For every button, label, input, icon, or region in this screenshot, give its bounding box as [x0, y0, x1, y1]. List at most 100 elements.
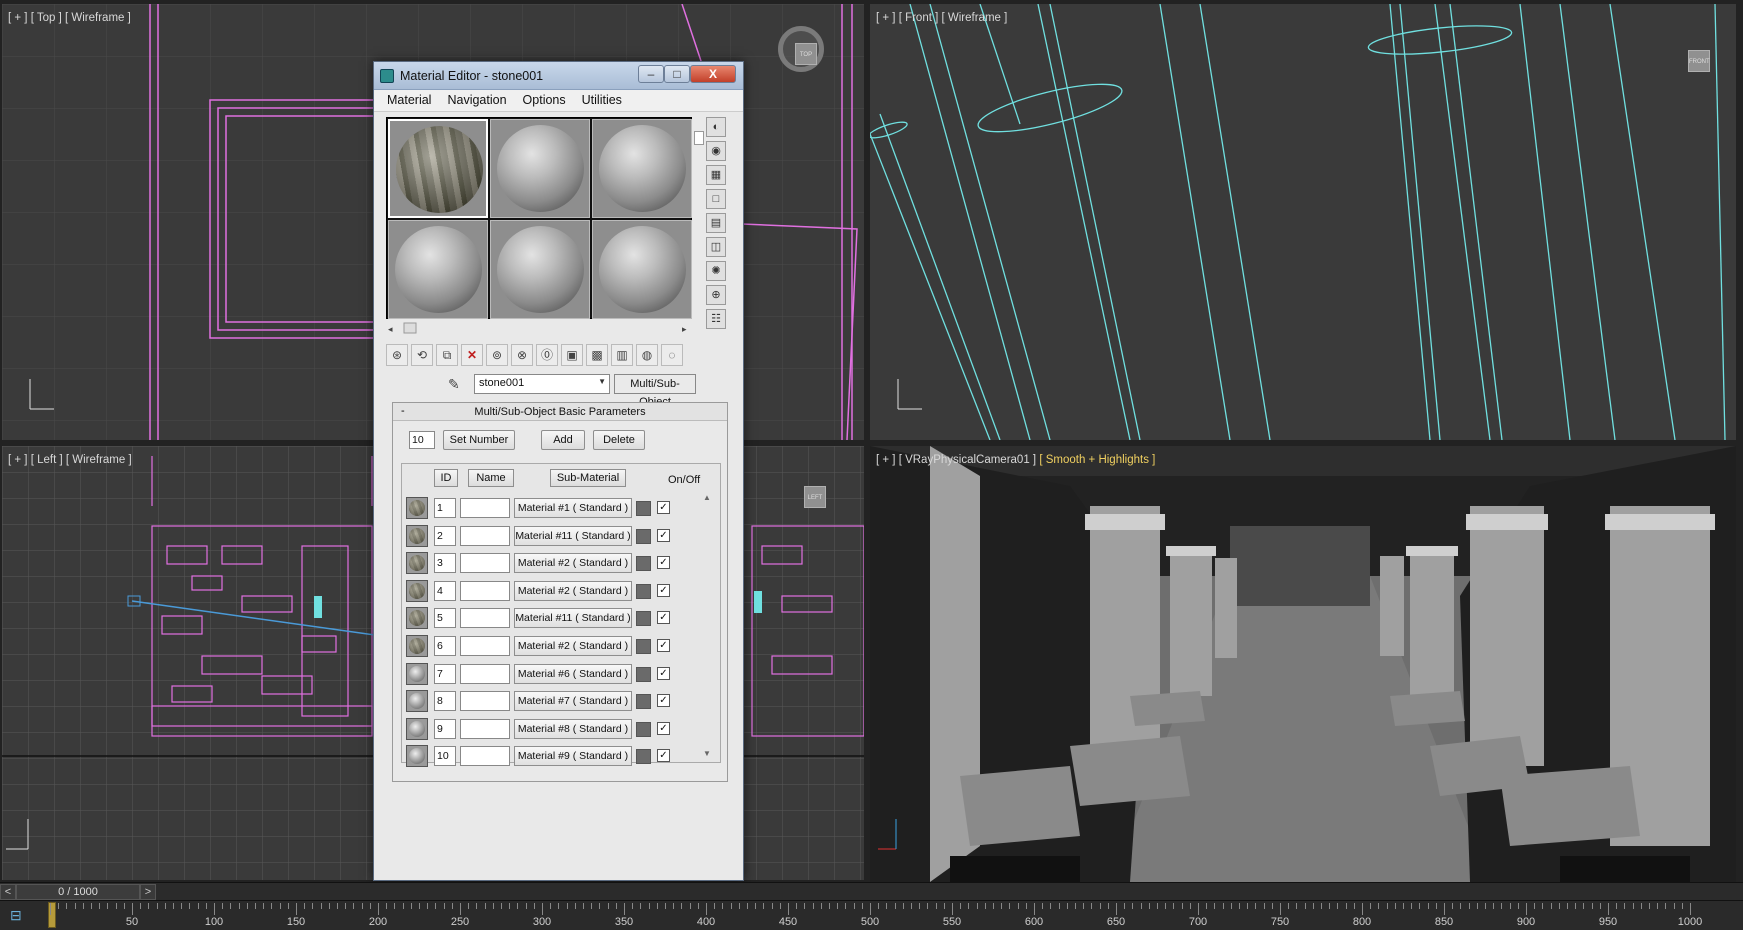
material-editor-titlebar[interactable]: Material Editor - stone001 – □ X [374, 62, 743, 90]
sub-material-id-field[interactable]: 2 [434, 525, 456, 546]
viewcube-top[interactable]: TOP [778, 26, 824, 72]
sub-material-name-field[interactable] [460, 498, 510, 518]
sub-material-button[interactable]: Material #2 ( Standard ) [514, 553, 632, 574]
viewport-front[interactable]: [ + ] [ Front ] [ Wireframe ] FRONT [870, 4, 1736, 440]
uv-tiling-icon[interactable]: □ [706, 189, 726, 209]
pick-material-icon[interactable]: ◌ [661, 344, 683, 366]
close-button[interactable]: X [690, 65, 736, 83]
sub-material-thumbnail[interactable] [406, 607, 428, 630]
add-button[interactable]: Add [541, 430, 585, 450]
on-off-checkbox[interactable]: ✓ [657, 528, 670, 542]
sample-type-icon[interactable]: ◐ [706, 117, 726, 137]
column-submaterial-header[interactable]: Sub-Material [550, 469, 626, 487]
sub-material-thumbnail[interactable] [406, 635, 428, 657]
get-material-icon[interactable]: ⊛ [386, 344, 408, 366]
scroll-thumb[interactable] [694, 131, 704, 145]
sub-material-thumbnail[interactable] [406, 579, 428, 602]
go-forward-sibling-icon[interactable]: ◍ [636, 344, 658, 366]
color-swatch[interactable] [636, 721, 651, 737]
slots-vertical-scrollbar[interactable] [694, 117, 704, 319]
sub-material-name-field[interactable] [460, 608, 510, 629]
viewport-top-label[interactable]: [ + ] [ Top ] [ Wireframe ] [8, 12, 131, 24]
sub-material-thumbnail[interactable] [406, 690, 428, 713]
color-swatch[interactable] [636, 749, 651, 765]
sub-material-id-field[interactable]: 10 [434, 746, 456, 767]
select-by-material-icon[interactable]: ⊕ [706, 285, 726, 305]
color-swatch[interactable] [636, 501, 651, 516]
sub-material-button[interactable]: Material #9 ( Standard ) [514, 746, 632, 767]
sub-material-name-field[interactable] [460, 580, 510, 601]
sub-material-name-field[interactable] [460, 525, 510, 546]
maximize-button[interactable]: □ [664, 65, 690, 83]
on-off-checkbox[interactable]: ✓ [657, 721, 670, 735]
next-frame-button[interactable]: > [140, 884, 156, 900]
sub-material-name-field[interactable] [460, 553, 510, 574]
sample-slot-1[interactable] [388, 119, 488, 218]
set-number-field[interactable]: 10 [409, 431, 435, 449]
delete-button[interactable]: Delete [593, 430, 645, 450]
viewport-front-label[interactable]: [ + ] [ Front ] [ Wireframe ] [876, 12, 1007, 24]
go-to-parent-icon[interactable]: ▥ [611, 344, 633, 366]
sub-material-thumbnail[interactable] [406, 662, 428, 685]
on-off-checkbox[interactable]: ✓ [657, 583, 670, 597]
sub-material-button[interactable]: Material #11 ( Standard ) [514, 525, 632, 546]
sample-slot-3[interactable] [592, 119, 692, 218]
column-name-header[interactable]: Name [468, 469, 514, 487]
minimize-button[interactable]: – [638, 65, 664, 83]
column-id-header[interactable]: ID [434, 469, 458, 487]
sample-slot-2[interactable] [490, 119, 590, 218]
viewport-left-label[interactable]: [ + ] [ Left ] [ Wireframe ] [8, 454, 132, 466]
sub-material-button[interactable]: Material #11 ( Standard ) [514, 608, 632, 629]
color-swatch[interactable] [636, 583, 651, 599]
put-to-scene-icon[interactable]: ⟲ [411, 344, 433, 366]
prev-frame-button[interactable]: < [0, 884, 16, 900]
color-swatch[interactable] [636, 694, 651, 710]
on-off-checkbox[interactable]: ✓ [657, 749, 670, 763]
reset-map-icon[interactable]: ✕ [461, 344, 483, 366]
menu-utilities[interactable]: Utilities [574, 90, 630, 111]
make-unique-icon[interactable]: ⊚ [486, 344, 508, 366]
sub-material-name-field[interactable] [460, 691, 510, 712]
track-bar[interactable]: ⊟ 50 100 150 200 250 300 350 400 450 500 550 600 650… [0, 900, 1743, 930]
sub-material-thumbnail[interactable] [406, 717, 428, 740]
sub-material-name-field[interactable] [460, 663, 510, 684]
sample-slot-4[interactable] [388, 220, 488, 319]
color-swatch[interactable] [636, 611, 651, 627]
sample-slot-6[interactable] [592, 220, 692, 319]
eyedropper-icon[interactable]: ✎ [448, 376, 466, 394]
background-icon[interactable]: ▦ [706, 165, 726, 185]
on-off-checkbox[interactable]: ✓ [657, 556, 670, 570]
sub-material-id-field[interactable]: 9 [434, 718, 456, 739]
menu-options[interactable]: Options [515, 90, 574, 111]
on-off-checkbox[interactable]: ✓ [657, 611, 670, 625]
sub-material-thumbnail[interactable] [406, 524, 428, 547]
rollout-header[interactable]: - Multi/Sub-Object Basic Parameters [393, 403, 727, 421]
sub-material-thumbnail[interactable] [406, 497, 428, 519]
assign-to-selection-icon[interactable]: ⧉ [436, 344, 458, 366]
sub-material-button[interactable]: Material #2 ( Standard ) [514, 636, 632, 656]
on-off-checkbox[interactable]: ✓ [657, 501, 670, 514]
backlight-icon[interactable]: ◉ [706, 141, 726, 161]
show-end-result-icon[interactable]: ▩ [586, 344, 608, 366]
put-to-library-icon[interactable]: ⊗ [511, 344, 533, 366]
viewcube-front[interactable]: FRONT [1676, 38, 1722, 84]
sub-material-name-field[interactable] [460, 746, 510, 767]
viewport-camera[interactable]: [ + ] [ VRayPhysicalCamera01 ] [ Smooth … [870, 446, 1736, 882]
material-name-field[interactable]: stone001 ▼ [474, 374, 610, 394]
sub-material-button[interactable]: Material #8 ( Standard ) [514, 718, 632, 739]
menu-navigation[interactable]: Navigation [439, 90, 514, 111]
sub-material-button[interactable]: Material #1 ( Standard ) [514, 498, 632, 518]
sub-material-thumbnail[interactable] [406, 552, 428, 575]
curve-editor-icon[interactable]: ⊟ [10, 907, 30, 925]
show-map-in-viewport-icon[interactable]: ▣ [561, 344, 583, 366]
color-swatch[interactable] [636, 666, 651, 682]
sub-material-name-field[interactable] [460, 718, 510, 739]
sub-material-button[interactable]: Material #7 ( Standard ) [514, 691, 632, 712]
sub-material-id-field[interactable]: 7 [434, 663, 456, 684]
time-slider[interactable]: 0 / 1000 [16, 884, 140, 900]
on-off-checkbox[interactable]: ✓ [657, 694, 670, 708]
sub-material-id-field[interactable]: 5 [434, 608, 456, 629]
options-icon[interactable]: ✺ [706, 261, 726, 281]
sample-slot-5[interactable] [490, 220, 590, 319]
chevron-down-icon[interactable]: ▼ [598, 377, 606, 386]
